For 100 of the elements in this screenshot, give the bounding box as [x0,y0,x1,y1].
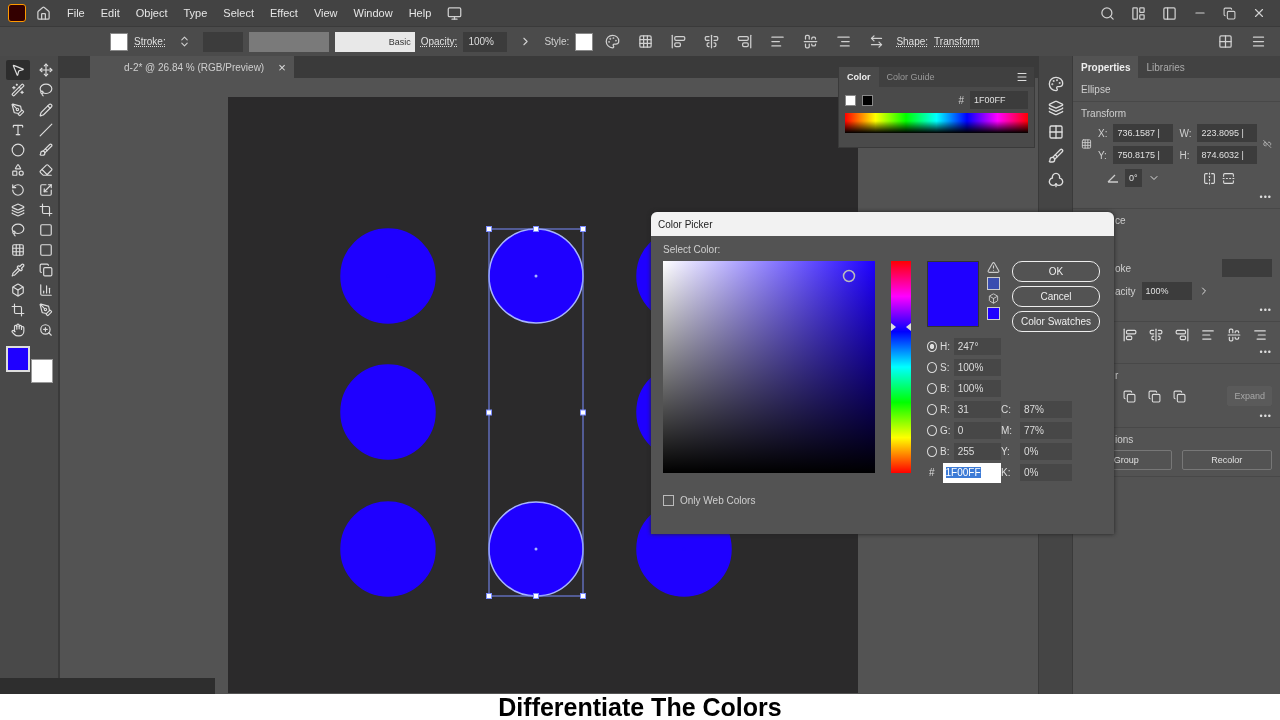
value-label: Y: [1001,446,1011,457]
value-field[interactable]: 247° [953,338,1001,355]
close-tab-button[interactable]: × [278,59,286,75]
menu-item[interactable]: Object [129,7,174,19]
more-options[interactable]: ••• [1259,411,1272,421]
pathfinder-icon[interactable] [1148,389,1161,403]
value-label: M: [1001,425,1014,436]
dialog-button[interactable]: Color Swatches [1012,311,1100,332]
value-label: B: [940,383,951,394]
transform-label[interactable]: Transform [934,36,980,47]
pathfinder-icon[interactable] [1123,389,1136,403]
section-title: ions [1115,434,1134,445]
color-spectrum[interactable] [845,113,1028,133]
menu-icon[interactable] [1016,71,1028,83]
cube-icon[interactable] [988,293,999,304]
gamut-swatch[interactable] [987,277,1000,290]
opacity-field[interactable]: 100% [463,31,508,52]
club-icon[interactable] [1047,172,1064,188]
stroke-swatch[interactable] [110,32,128,51]
align-middle-icon[interactable] [1227,328,1241,342]
field-label: W: [1179,127,1192,139]
align-left-icon[interactable] [1123,328,1137,342]
panel-tab[interactable]: Libraries [1138,56,1193,78]
flip-horizontal-icon[interactable] [1202,171,1216,185]
selection-box[interactable] [486,226,586,599]
swatches-icon[interactable] [1047,124,1064,140]
panel-tab[interactable]: Color [839,67,879,87]
menu-item[interactable]: Edit [94,7,126,19]
value-field[interactable]: 0% [1020,443,1072,460]
field-label: H: [1179,149,1191,161]
align-bottom-icon[interactable] [1253,328,1267,342]
transform-field[interactable]: 223.8095 | [1197,124,1258,142]
object-type: Ellipse [1081,84,1112,95]
swatch[interactable] [862,94,873,106]
menu-item[interactable]: File [61,7,91,19]
hex-label: # [929,467,936,478]
color-field[interactable] [663,261,875,473]
pathfinder-icon[interactable] [1173,389,1186,403]
brushes-icon[interactable] [1047,148,1064,164]
warning-icon[interactable] [987,261,1000,274]
opacity-field[interactable]: 100% [1141,282,1192,300]
value-field[interactable]: 0 [953,422,1001,439]
value-field[interactable]: 77% [1020,422,1072,439]
menu-item[interactable]: Help [402,7,438,19]
transform-field[interactable]: 736.1587 | [1113,124,1174,142]
panel-tab[interactable]: Color Guide [878,67,943,87]
variable-width-field[interactable] [248,31,329,52]
more-options[interactable]: ••• [1259,347,1272,357]
hex-field[interactable]: 1F00FF [942,462,1001,483]
value-label: R: [940,404,951,415]
angle-icon [1107,173,1119,183]
unlink-icon[interactable] [1263,137,1272,151]
section-title: ce [1115,215,1126,226]
value-field[interactable]: 87% [1020,401,1072,418]
stroke-label[interactable]: Stroke: [134,36,166,47]
style-label: Style: [544,36,570,47]
palette-icon[interactable] [1047,76,1064,92]
flip-vertical-icon[interactable] [1221,171,1235,185]
document-title: d-2* @ 26.84 % (RGB/Preview) [124,61,265,73]
opacity-label: acity [1115,285,1136,297]
value-field[interactable]: 0% [1020,464,1072,481]
align-right-icon[interactable] [1175,328,1189,342]
menu-item[interactable]: Type [177,7,214,19]
circle[interactable] [488,501,584,597]
align-center-icon[interactable] [1149,328,1163,342]
panel-tab[interactable]: Properties [1073,56,1139,78]
picker-ring-icon[interactable] [842,269,856,283]
value-field[interactable]: 255 [953,443,1001,460]
value-field[interactable]: 31 [953,401,1001,418]
value-field[interactable]: 100% [953,380,1001,397]
angle-field[interactable]: 0° [1125,169,1142,187]
menu-item[interactable]: Select [217,7,260,19]
web-swatch[interactable] [987,307,1000,320]
style-swatch[interactable] [575,32,594,51]
more-options[interactable]: ••• [1259,192,1272,202]
new-color-swatch [927,261,979,327]
transform-field[interactable]: 874.6032 | [1197,146,1258,164]
radio-button[interactable] [927,341,938,352]
document-tab[interactable]: d-2* @ 26.84 % (RGB/Preview) × [90,56,294,78]
fill-swatch[interactable] [6,346,30,372]
menu-item[interactable]: View [307,7,344,19]
checkbox-label: Only Web Colors [680,495,756,506]
dialog-title: Color Picker [658,218,713,230]
more-options[interactable]: ••• [1259,305,1272,315]
action-button[interactable]: Recolor [1181,450,1272,470]
menu-item[interactable]: Effect [263,7,304,19]
swatch[interactable] [845,94,856,106]
shape-label[interactable]: Shape: [896,36,929,47]
hex-field[interactable]: 1F00FF [970,91,1028,109]
opacity-label[interactable]: Opacity: [420,36,458,47]
circle[interactable] [488,228,584,324]
checkbox[interactable] [663,495,674,506]
value-field[interactable]: 100% [953,359,1001,376]
align-top-icon[interactable] [1201,328,1215,342]
field-label: Y: [1097,149,1108,161]
transform-field[interactable]: 750.8175 | [1113,146,1174,164]
dialog-button[interactable]: Cancel [1012,286,1100,307]
menu-item[interactable]: Window [347,7,399,19]
brush-field[interactable]: Basic [334,31,415,52]
dialog-button[interactable]: OK [1012,261,1100,282]
